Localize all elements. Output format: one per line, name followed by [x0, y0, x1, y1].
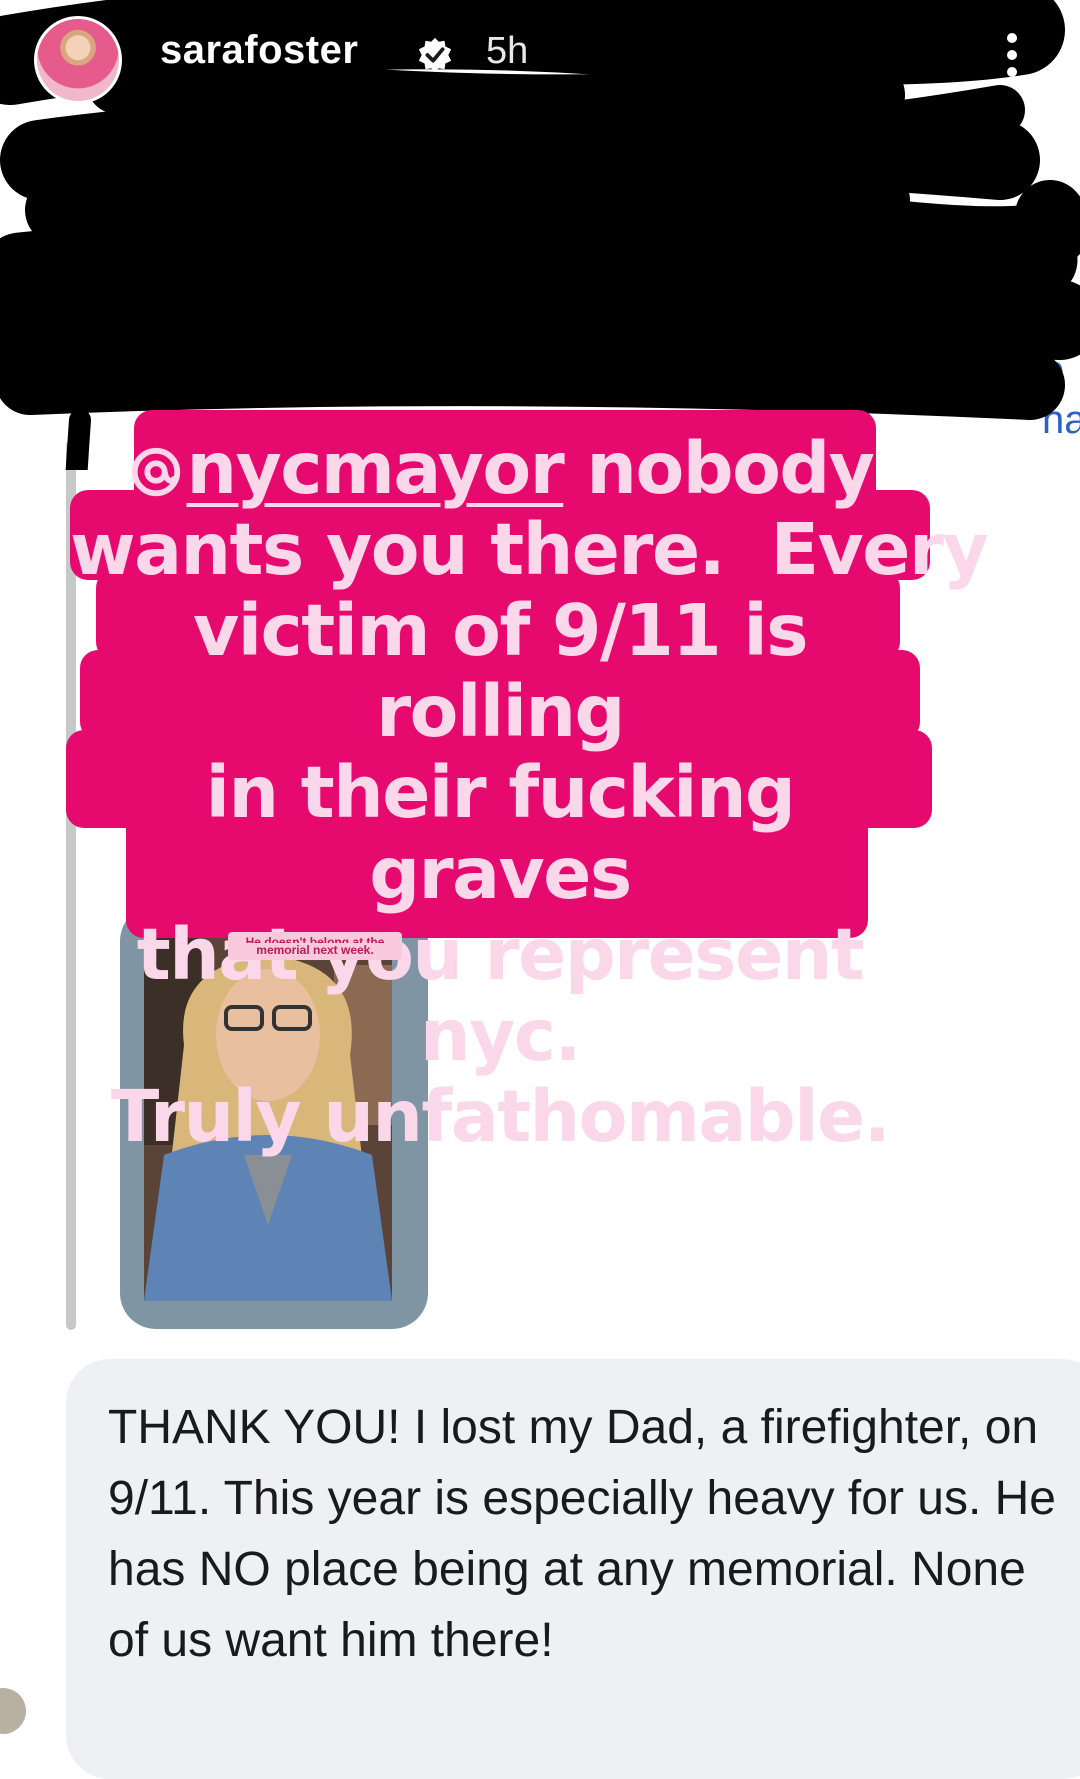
profile-avatar[interactable]	[34, 16, 122, 104]
sticker-line-1-rest: nobody	[563, 427, 875, 510]
text-sticker: nycmayor nobody wants you there. Every v…	[70, 428, 989, 1158]
story-header: sarafoster 5h	[0, 0, 1080, 110]
threads-at-icon	[131, 447, 180, 497]
sticker-line-5: that you represent nyc.	[136, 913, 865, 1077]
thumbnail-caption-line-1: He doesn't belong at the	[245, 935, 385, 943]
post-time: 5h	[486, 30, 529, 72]
sticker-line-1: nycmayor nobody	[70, 428, 930, 509]
sticker-line-6: Truly unfathomable.	[110, 1075, 891, 1158]
thumbnail-caption-line-2: memorial next week.	[256, 943, 374, 957]
sticker-line-2: wants you there. Every	[70, 508, 989, 591]
verified-check-icon	[418, 37, 452, 73]
sticker-line-4: in their fucking graves	[205, 751, 796, 915]
mention-link[interactable]: nycmayor	[127, 427, 565, 510]
mention-handle: nycmayor	[186, 427, 565, 510]
thumbnail-caption: He doesn't belong at the memorial next w…	[228, 932, 402, 960]
username[interactable]: sarafoster	[160, 28, 358, 73]
more-vertical-icon[interactable]	[1000, 30, 1024, 80]
sticker-line-3: victim of 9/11 is rolling	[192, 589, 809, 753]
sender-avatar	[0, 1688, 26, 1734]
message-text: THANK YOU! I lost my Dad, a firefighter,…	[108, 1401, 1056, 1667]
